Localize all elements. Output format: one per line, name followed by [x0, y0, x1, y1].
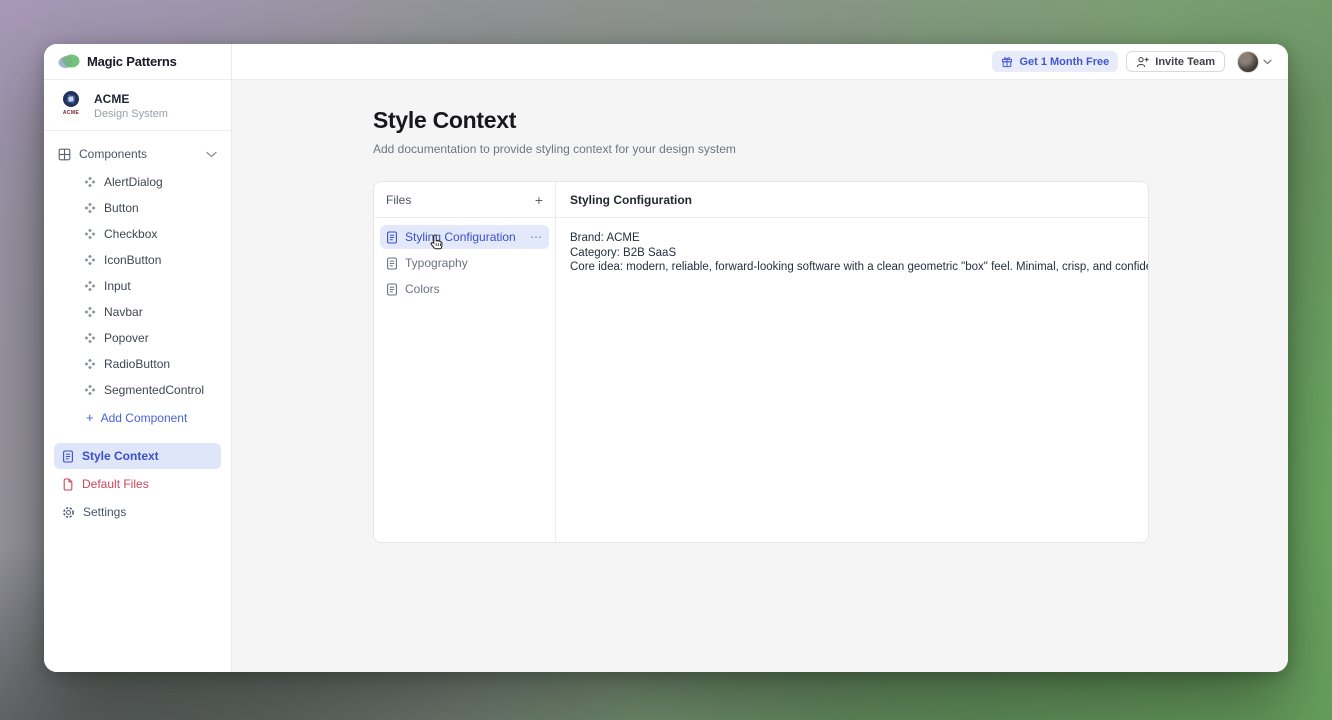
- document-line: Core idea: modern, reliable, forward-loo…: [570, 260, 1134, 275]
- components-list: AlertDialog Button: [54, 169, 221, 403]
- chevron-down-icon: [206, 151, 217, 158]
- file-list-item[interactable]: Colors: [380, 277, 549, 301]
- chevron-down-icon: [1263, 59, 1272, 65]
- file-text-icon: [386, 283, 398, 296]
- component-label: Button: [104, 201, 139, 215]
- sidebar-section-components[interactable]: Components: [54, 141, 221, 167]
- file-name: Colors: [405, 282, 543, 296]
- component-icon: [84, 254, 96, 266]
- sidebar-item-component[interactable]: SegmentedControl: [54, 377, 221, 403]
- component-label: RadioButton: [104, 357, 170, 371]
- magic-patterns-logo-icon: [58, 54, 80, 69]
- file-list-item[interactable]: Typography: [380, 251, 549, 275]
- file-list-item[interactable]: Styling Configuration ⋯: [380, 225, 549, 249]
- style-context-label: Style Context: [82, 449, 159, 463]
- topbar: Get 1 Month Free Invite Team: [232, 44, 1288, 80]
- file-text-icon: [386, 231, 398, 244]
- component-icon: [84, 384, 96, 396]
- component-label: Input: [104, 279, 131, 293]
- default-files-label: Default Files: [82, 477, 149, 491]
- document-line: Category: B2B SaaS: [570, 246, 1134, 261]
- gear-icon: [62, 506, 75, 519]
- workspace-logo-caption: ACME: [63, 110, 79, 116]
- sidebar-item-component[interactable]: Input: [54, 273, 221, 299]
- style-context-card: Files + Styling Configuration Styling Co…: [373, 181, 1149, 543]
- sidebar-item-settings[interactable]: Settings: [54, 499, 221, 525]
- gift-icon: [1001, 56, 1013, 68]
- component-label: Checkbox: [104, 227, 157, 241]
- user-plus-icon: [1136, 56, 1149, 68]
- file-name: Styling Configuration: [405, 230, 523, 244]
- component-icon: [84, 202, 96, 214]
- file-text-icon: [386, 257, 398, 270]
- avatar: [1237, 51, 1259, 73]
- component-icon: [84, 280, 96, 292]
- component-icon: [84, 358, 96, 370]
- sidebar-item-default-files[interactable]: Default Files: [54, 471, 221, 497]
- component-label: Popover: [104, 331, 149, 345]
- files-panel-header: Files +: [374, 182, 556, 218]
- app-logo-row: Magic Patterns: [44, 44, 231, 80]
- sidebar-item-component[interactable]: Checkbox: [54, 221, 221, 247]
- page-title: Style Context: [373, 107, 1288, 134]
- components-label: Components: [79, 147, 198, 161]
- sidebar-item-component[interactable]: Popover: [54, 325, 221, 351]
- workspace-switcher[interactable]: ACME ACME Design System: [44, 80, 231, 131]
- workspace-logo: ACME: [58, 91, 84, 116]
- add-file-button[interactable]: +: [535, 194, 543, 206]
- main-area: Get 1 Month Free Invite Team Style Conte…: [232, 44, 1288, 672]
- component-icon: [84, 176, 96, 188]
- get-month-free-label: Get 1 Month Free: [1019, 56, 1109, 68]
- sidebar-item-component[interactable]: IconButton: [54, 247, 221, 273]
- workspace-subtitle: Design System: [94, 108, 168, 120]
- component-label: SegmentedControl: [104, 383, 204, 397]
- sidebar-item-style-context[interactable]: Style Context: [54, 443, 221, 469]
- document-line: Brand: ACME: [570, 231, 1134, 246]
- component-icon: [84, 306, 96, 318]
- component-label: Navbar: [104, 305, 143, 319]
- grid-icon: [58, 148, 71, 161]
- document-body: Brand: ACME Category: B2B SaaS Core idea…: [556, 218, 1148, 542]
- file-name: Typography: [405, 256, 543, 270]
- component-icon: [84, 228, 96, 240]
- add-component-button[interactable]: + Add Component: [54, 403, 221, 433]
- component-icon: [84, 332, 96, 344]
- page-subtitle: Add documentation to provide styling con…: [373, 142, 1288, 156]
- plus-icon: +: [86, 413, 94, 423]
- file-more-button[interactable]: ⋯: [530, 230, 543, 244]
- document-title: Styling Configuration: [556, 182, 1148, 218]
- app-name: Magic Patterns: [87, 54, 177, 69]
- files-list: Styling Configuration ⋯ Typography: [374, 218, 556, 542]
- file-icon: [62, 478, 74, 491]
- sidebar-item-component[interactable]: RadioButton: [54, 351, 221, 377]
- component-label: IconButton: [104, 253, 161, 267]
- invite-team-button[interactable]: Invite Team: [1126, 51, 1225, 72]
- component-label: AlertDialog: [104, 175, 163, 189]
- workspace-name: ACME: [94, 92, 168, 106]
- account-menu[interactable]: [1237, 51, 1272, 73]
- get-month-free-button[interactable]: Get 1 Month Free: [992, 51, 1118, 72]
- page-content: Style Context Add documentation to provi…: [232, 80, 1288, 672]
- sidebar: Magic Patterns ACME ACME Design System: [44, 44, 232, 672]
- app-window: Magic Patterns ACME ACME Design System: [44, 44, 1288, 672]
- settings-label: Settings: [83, 505, 126, 519]
- sidebar-item-component[interactable]: Button: [54, 195, 221, 221]
- sidebar-item-component[interactable]: AlertDialog: [54, 169, 221, 195]
- add-component-label: Add Component: [101, 411, 188, 425]
- invite-team-label: Invite Team: [1155, 56, 1215, 68]
- sidebar-item-component[interactable]: Navbar: [54, 299, 221, 325]
- file-text-icon: [62, 450, 74, 463]
- files-header-label: Files: [386, 193, 535, 207]
